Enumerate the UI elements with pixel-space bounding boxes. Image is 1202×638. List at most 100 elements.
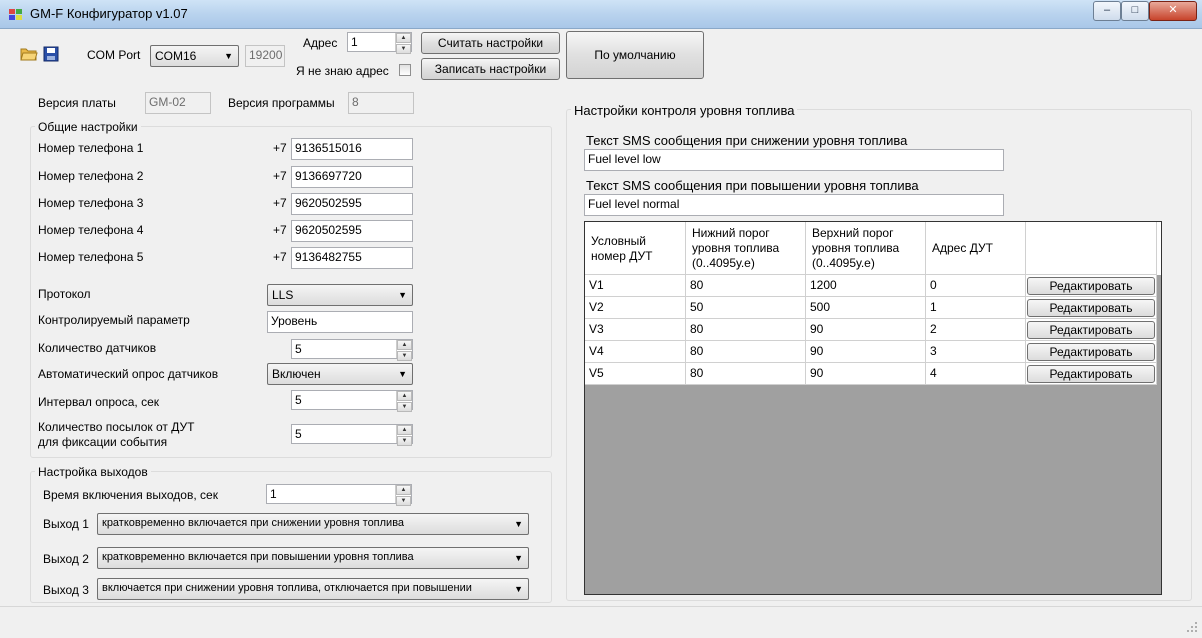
table-cell-high[interactable]: 90 (806, 319, 926, 341)
close-button[interactable]: ✕ (1149, 1, 1197, 21)
phone-4-label: Номер телефона 4 (38, 223, 144, 237)
spin-down-icon[interactable]: ▼ (396, 496, 411, 506)
param-input[interactable]: Уровень (267, 311, 413, 333)
program-version-label: Версия программы (228, 96, 335, 110)
phone-3-input[interactable]: 9620502595 (291, 193, 413, 215)
table-cell-low[interactable]: 50 (686, 297, 806, 319)
app-icon (9, 9, 22, 20)
minimize-button[interactable]: – (1093, 1, 1121, 21)
auto-poll-value: Включен (272, 367, 321, 381)
interval-spinner[interactable]: 5 ▲ ▼ (291, 390, 413, 412)
phone-5-prefix: +7 (273, 250, 287, 264)
table-cell-addr[interactable]: 1 (926, 297, 1026, 319)
table-cell-id[interactable]: V5 (585, 363, 686, 385)
outputs-title: Настройка выходов (35, 465, 151, 479)
table-cell-high[interactable]: 1200 (806, 275, 926, 297)
write-settings-button[interactable]: Записать настройки (421, 58, 560, 80)
table-header-addr[interactable]: Адрес ДУТ (926, 222, 1026, 275)
phone-5-input[interactable]: 9136482755 (291, 247, 413, 269)
output-time-spinner[interactable]: 1 ▲ ▼ (266, 484, 412, 506)
spinner-arrows[interactable]: ▲ ▼ (395, 33, 411, 54)
protocol-select[interactable]: LLS ▼ (267, 284, 413, 306)
phone-1-input[interactable]: 9136515016 (291, 138, 413, 160)
edit-button[interactable]: Редактировать (1027, 343, 1155, 361)
edit-button[interactable]: Редактировать (1027, 365, 1155, 383)
phone-2-input[interactable]: 9136697720 (291, 166, 413, 188)
table-header-actions[interactable] (1026, 222, 1157, 275)
sensors-count-spinner[interactable]: 5 ▲ ▼ (291, 339, 413, 361)
spinner-arrows[interactable]: ▲ ▼ (396, 425, 412, 446)
title-bar: GM-F Конфигуратор v1.07 – □ ✕ (0, 0, 1202, 29)
unknown-address-checkbox[interactable] (399, 64, 411, 76)
table-cell-low[interactable]: 80 (686, 341, 806, 363)
status-bar (0, 606, 1202, 638)
table-header-low[interactable]: Нижний порог уровня топлива (0..4095у.е) (686, 222, 806, 275)
unknown-address-label: Я не знаю адрес (296, 64, 389, 78)
output-time-label: Время включения выходов, сек (43, 488, 218, 502)
table-cell-id[interactable]: V1 (585, 275, 686, 297)
packets-spinner[interactable]: 5 ▲ ▼ (291, 424, 413, 446)
spin-down-icon[interactable]: ▼ (396, 44, 411, 54)
table-cell-low[interactable]: 80 (686, 319, 806, 341)
table-cell-addr[interactable]: 2 (926, 319, 1026, 341)
table-cell-addr[interactable]: 3 (926, 341, 1026, 363)
table-cell-addr[interactable]: 4 (926, 363, 1026, 385)
spin-up-icon[interactable]: ▲ (397, 425, 412, 435)
spinner-arrows[interactable]: ▲ ▼ (396, 340, 412, 361)
address-value: 1 (351, 35, 358, 49)
maximize-button[interactable]: □ (1121, 1, 1149, 21)
spin-up-icon[interactable]: ▲ (396, 33, 411, 43)
spinner-arrows[interactable]: ▲ ▼ (396, 391, 412, 412)
chevron-down-icon: ▼ (224, 51, 233, 61)
sms-low-label: Текст SMS сообщения при снижении уровня … (586, 133, 908, 148)
default-button[interactable]: По умолчанию (566, 31, 704, 79)
table-cell-high[interactable]: 500 (806, 297, 926, 319)
table-cell-id[interactable]: V3 (585, 319, 686, 341)
table-cell-action: Редактировать (1026, 297, 1157, 319)
protocol-label: Протокол (38, 287, 91, 301)
open-folder-icon[interactable] (20, 46, 38, 62)
com-port-select[interactable]: COM16 ▼ (150, 45, 239, 67)
auto-poll-select[interactable]: Включен ▼ (267, 363, 413, 385)
edit-button[interactable]: Редактировать (1027, 321, 1155, 339)
output-2-label: Выход 2 (43, 552, 89, 566)
output-1-select[interactable]: кратковременно включается при снижении у… (97, 513, 529, 535)
table-header-id[interactable]: Условный номер ДУТ (585, 222, 686, 275)
sms-high-input[interactable]: Fuel level normal (584, 194, 1004, 216)
packets-label-line2: для фиксации события (38, 435, 168, 449)
phone-1-prefix: +7 (273, 141, 287, 155)
edit-button[interactable]: Редактировать (1027, 299, 1155, 317)
spin-up-icon[interactable]: ▲ (397, 391, 412, 401)
resize-grip-icon[interactable] (1186, 621, 1198, 633)
phone-5-label: Номер телефона 5 (38, 250, 144, 264)
spinner-arrows[interactable]: ▲ ▼ (395, 485, 411, 506)
table-cell-id[interactable]: V2 (585, 297, 686, 319)
table-cell-low[interactable]: 80 (686, 275, 806, 297)
spin-down-icon[interactable]: ▼ (397, 436, 412, 446)
output-3-select[interactable]: включается при снижении уровня топлива, … (97, 578, 529, 600)
read-settings-button[interactable]: Считать настройки (421, 32, 560, 54)
spin-up-icon[interactable]: ▲ (397, 340, 412, 350)
table-cell-addr[interactable]: 0 (926, 275, 1026, 297)
table-cell-high[interactable]: 90 (806, 363, 926, 385)
spin-up-icon[interactable]: ▲ (396, 485, 411, 495)
edit-button[interactable]: Редактировать (1027, 277, 1155, 295)
spin-down-icon[interactable]: ▼ (397, 402, 412, 412)
chevron-down-icon: ▼ (398, 369, 407, 379)
phone-4-input[interactable]: 9620502595 (291, 220, 413, 242)
table-cell-low[interactable]: 80 (686, 363, 806, 385)
save-icon[interactable] (43, 46, 59, 62)
chevron-down-icon: ▼ (398, 290, 407, 300)
table-header-high[interactable]: Верхний порог уровня топлива (0..4095у.е… (806, 222, 926, 275)
program-version-field: 8 (348, 92, 414, 114)
packets-value: 5 (295, 427, 302, 441)
table-cell-high[interactable]: 90 (806, 341, 926, 363)
table-cell-id[interactable]: V4 (585, 341, 686, 363)
sms-low-input[interactable]: Fuel level low (584, 149, 1004, 171)
spin-down-icon[interactable]: ▼ (397, 351, 412, 361)
interval-value: 5 (295, 393, 302, 407)
address-spinner[interactable]: 1 ▲ ▼ (347, 32, 412, 54)
interval-label: Интервал опроса, сек (38, 395, 159, 409)
output-2-select[interactable]: кратковременно включается при повышении … (97, 547, 529, 569)
com-port-label: COM Port (87, 48, 141, 62)
